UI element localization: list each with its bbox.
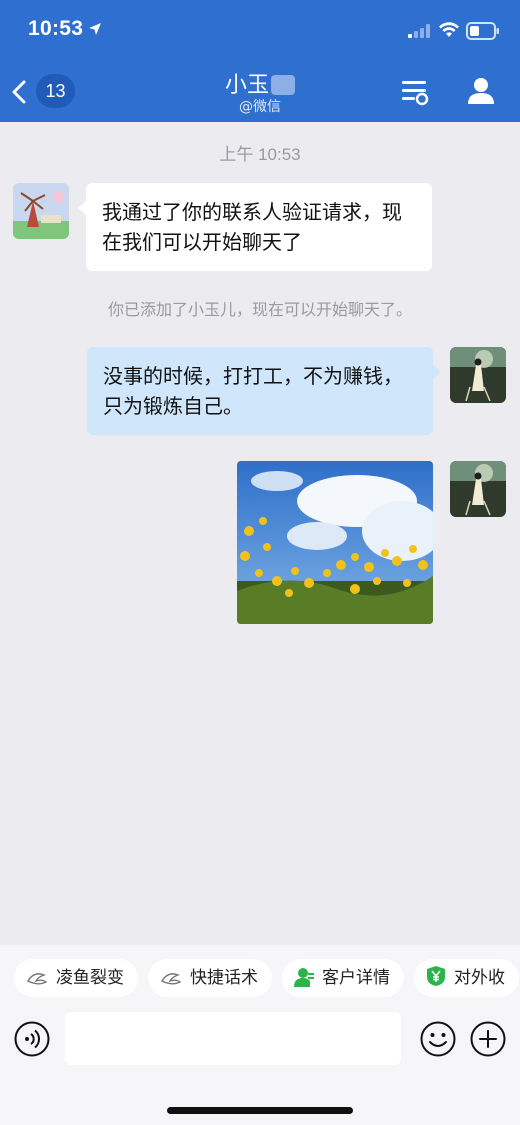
fish-icon: [27, 973, 48, 985]
chat-title: 小玉: [0, 67, 520, 99]
message-text: 没事的时候，打打工，不为赚钱，只为锻炼自己。: [103, 364, 403, 418]
self-avatar[interactable]: [450, 461, 506, 517]
quick-action-fission[interactable]: 凌鱼裂变: [14, 959, 138, 997]
input-toolbar: 凌鱼裂变 快捷话术 客户详情 对外收: [0, 945, 520, 1125]
contact-avatar[interactable]: [13, 183, 69, 239]
contact-name: 小玉: [224, 73, 269, 98]
home-indicator: [167, 1107, 353, 1114]
battery-icon: [466, 22, 499, 40]
quick-action-scripts[interactable]: 快捷话术: [148, 959, 272, 997]
outgoing-message-bubble[interactable]: 没事的时候，打打工，不为赚钱，只为锻炼自己。: [87, 347, 441, 435]
yuan-icon: [427, 966, 445, 986]
nav-header: 10:53 13 小玉 @微信: [0, 0, 520, 122]
quick-action-label: 客户详情: [322, 968, 390, 988]
signal-icon: [408, 24, 430, 38]
chat-settings-icon[interactable]: [400, 77, 430, 107]
status-time: 10:53: [28, 17, 84, 40]
outgoing-photo-message[interactable]: [237, 461, 433, 624]
message-timestamp: 上午 10:53: [219, 145, 301, 164]
location-arrow-icon: [89, 23, 101, 35]
emoji-icon[interactable]: [420, 1021, 456, 1057]
quick-action-label: 对外收: [454, 968, 505, 988]
system-notice: 你已添加了小玉儿，现在可以开始聊天了。: [107, 300, 412, 319]
fish-icon: [161, 973, 182, 985]
chat-subtitle: @微信: [239, 99, 281, 115]
quick-action-customer-details[interactable]: 客户详情: [282, 959, 404, 997]
voice-input-icon[interactable]: [14, 1021, 50, 1057]
quick-action-label: 快捷话术: [190, 968, 258, 988]
more-options-plus-icon[interactable]: [470, 1021, 506, 1057]
redacted-name-blur: [271, 75, 295, 95]
wifi-icon: [439, 22, 459, 37]
profile-icon[interactable]: [466, 76, 496, 106]
quick-action-payment[interactable]: 对外收: [414, 959, 519, 997]
customer-icon: [294, 968, 314, 987]
message-input[interactable]: [65, 1012, 401, 1065]
quick-action-label: 凌鱼裂变: [56, 968, 124, 988]
quick-actions-row: 凌鱼裂变 快捷话术 客户详情 对外收: [14, 959, 520, 997]
message-text: 我通过了你的联系人验证请求，现在我们可以开始聊天了: [102, 200, 402, 254]
self-avatar[interactable]: [450, 347, 506, 403]
incoming-message-bubble[interactable]: 我通过了你的联系人验证请求，现在我们可以开始聊天了: [78, 183, 432, 271]
